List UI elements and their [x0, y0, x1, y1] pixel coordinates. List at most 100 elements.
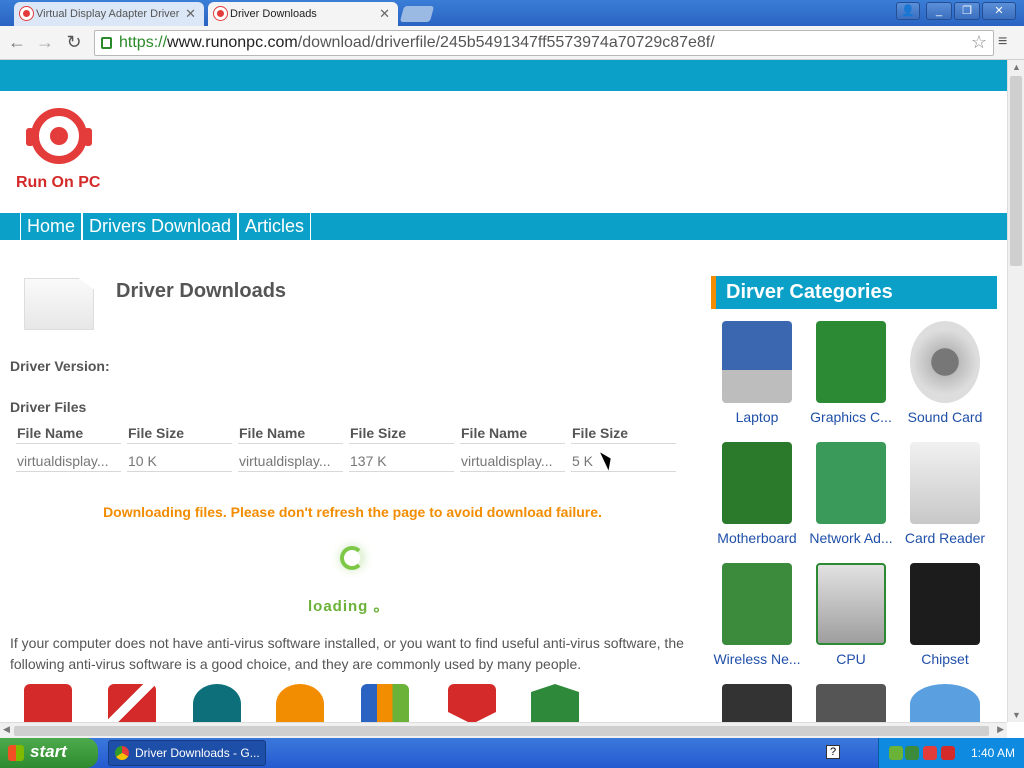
restore-button[interactable]: ❐	[954, 2, 980, 20]
minimize-button[interactable]: _	[926, 2, 952, 20]
category-label[interactable]: CPU	[804, 651, 898, 667]
category-motherboard[interactable]: Motherboard	[710, 442, 804, 562]
avg-logo-icon[interactable]	[361, 684, 409, 722]
new-tab-button[interactable]	[399, 6, 435, 22]
file-name-cell[interactable]: virtualdisplay...	[238, 444, 343, 472]
tray-app-icon[interactable]	[905, 746, 919, 760]
antivirus-paragraph: If your computer does not have anti-viru…	[10, 635, 684, 672]
column-header-file-name: File Name	[16, 418, 121, 444]
table-row: virtualdisplay... 10 K virtualdisplay...…	[16, 444, 676, 472]
eset-logo-icon[interactable]	[193, 684, 241, 722]
driver-files-table: File Name File Size File Name File Size …	[10, 418, 682, 472]
category-label[interactable]: Wireless Ne...	[710, 651, 804, 667]
category-graphics-card[interactable]: Graphics C...	[804, 321, 898, 441]
nav-articles[interactable]: Articles	[238, 213, 312, 240]
file-name-cell[interactable]: virtualdisplay...	[460, 444, 565, 472]
category-label[interactable]: Chipset	[898, 651, 992, 667]
tray-security-icon[interactable]	[923, 746, 937, 760]
tray-network-icon[interactable]	[889, 746, 903, 760]
category-sound-card[interactable]: Sound Card	[898, 321, 992, 441]
horizontal-scrollbar[interactable]: ◀ ▶	[0, 722, 1007, 738]
back-arrow-icon[interactable]: ←	[6, 31, 28, 53]
driver-files-label: Driver Files	[10, 399, 87, 415]
browser-menu-icon[interactable]: ≡	[998, 33, 1007, 51]
wireless-card-icon	[722, 563, 792, 645]
bookmark-star-icon[interactable]: ☆	[971, 32, 987, 53]
user-profile-icon[interactable]: 👤	[896, 2, 920, 20]
forward-arrow-icon[interactable]: →	[34, 31, 56, 53]
web-page: Run On PC Home Drivers Download Articles…	[0, 60, 1007, 722]
category-label[interactable]: Graphics C...	[804, 409, 898, 425]
loading-text: loading 。	[308, 598, 390, 615]
tab-driver-downloads[interactable]: Driver Downloads ✕	[208, 2, 398, 26]
avira-logo-icon[interactable]	[24, 684, 72, 722]
category-cpu[interactable]: CPU	[804, 563, 898, 683]
column-header-file-name: File Name	[460, 418, 565, 444]
address-bar[interactable]: https://www.runonpc.com/download/driverf…	[94, 30, 994, 56]
scroll-up-arrow-icon[interactable]: ▲	[1012, 62, 1021, 72]
site-favicon-icon	[20, 7, 33, 20]
table-header-row: File Name File Size File Name File Size …	[16, 418, 676, 444]
scrollbar-thumb[interactable]	[1010, 76, 1022, 266]
motherboard-icon	[722, 442, 792, 524]
close-window-button[interactable]: ✕	[982, 2, 1016, 20]
start-label: start	[30, 742, 67, 761]
clock: 1:40 AM	[971, 746, 1016, 760]
graphics-card-icon	[816, 321, 886, 403]
file-name-cell[interactable]: virtualdisplay...	[16, 444, 121, 472]
browser-tab-strip: Virtual Display Adapter Driver ✕ Driver …	[0, 0, 1024, 26]
site-top-bar	[0, 60, 1007, 91]
windows-logo-icon	[8, 745, 24, 761]
nav-home[interactable]: Home	[20, 213, 83, 240]
start-button[interactable]: start	[0, 738, 98, 768]
drweb-logo-icon[interactable]	[531, 684, 579, 722]
column-header-file-name: File Name	[238, 418, 343, 444]
tab-close-icon[interactable]: ✕	[185, 6, 196, 22]
tray-shield-icon[interactable]	[941, 746, 955, 760]
reload-icon[interactable]: ↻	[63, 31, 85, 53]
laptop-icon	[722, 321, 792, 403]
driver-version-label: Driver Version:	[10, 358, 110, 374]
scroll-right-arrow-icon[interactable]: ▶	[997, 724, 1004, 735]
mcafee-logo-icon[interactable]	[448, 684, 496, 722]
tab-title: Driver Downloads	[230, 8, 317, 20]
help-icon[interactable]: ?	[826, 745, 840, 759]
tab-close-icon[interactable]: ✕	[379, 6, 390, 22]
tab-virtual-display-adapter[interactable]: Virtual Display Adapter Driver ✕	[14, 2, 204, 26]
cpu-icon	[816, 563, 886, 645]
nav-drivers-download[interactable]: Drivers Download	[82, 213, 239, 240]
loading-spinner-icon	[340, 546, 364, 570]
categories-header: Dirver Categories	[711, 276, 997, 309]
category-label[interactable]: Card Reader	[898, 530, 992, 546]
scroll-left-arrow-icon[interactable]: ◀	[3, 724, 10, 735]
category-chipset[interactable]: Chipset	[898, 563, 992, 683]
category-label[interactable]: Motherboard	[710, 530, 804, 546]
vertical-scrollbar[interactable]: ▲ ▼	[1007, 60, 1024, 722]
logo-text[interactable]: Run On PC	[16, 174, 100, 192]
category-wireless-network[interactable]: Wireless Ne...	[710, 563, 804, 683]
hard-drive-icon[interactable]	[722, 684, 792, 722]
main-nav: Home Drivers Download Articles	[0, 213, 1007, 240]
browser-toolbar: ← → ↻ https://www.runonpc.com/download/d…	[0, 26, 1024, 60]
windows-taskbar: start Driver Downloads - G... ? 1:40 AM	[0, 738, 1024, 768]
chipset-icon	[910, 563, 980, 645]
run-on-pc-logo[interactable]	[22, 106, 96, 166]
scrollbar-thumb[interactable]	[14, 726, 989, 736]
expansion-card-icon[interactable]	[816, 684, 886, 722]
category-label[interactable]: Network Ad...	[804, 530, 898, 546]
category-label[interactable]: Laptop	[710, 409, 804, 425]
category-label[interactable]: Sound Card	[898, 409, 992, 425]
kaspersky-logo-icon[interactable]	[108, 684, 156, 722]
category-laptop[interactable]: Laptop	[710, 321, 804, 441]
network-card-icon	[816, 442, 886, 524]
disc-icon[interactable]	[910, 684, 980, 722]
category-network-adapter[interactable]: Network Ad...	[804, 442, 898, 562]
category-card-reader[interactable]: Card Reader	[898, 442, 992, 562]
column-header-file-size: File Size	[349, 418, 454, 444]
scroll-down-arrow-icon[interactable]: ▼	[1012, 710, 1021, 720]
file-size-cell: 137 K	[349, 444, 454, 472]
avast-logo-icon[interactable]	[276, 684, 324, 722]
chrome-icon	[115, 746, 129, 760]
card-reader-icon	[910, 442, 980, 524]
taskbar-item-chrome[interactable]: Driver Downloads - G...	[108, 740, 266, 766]
